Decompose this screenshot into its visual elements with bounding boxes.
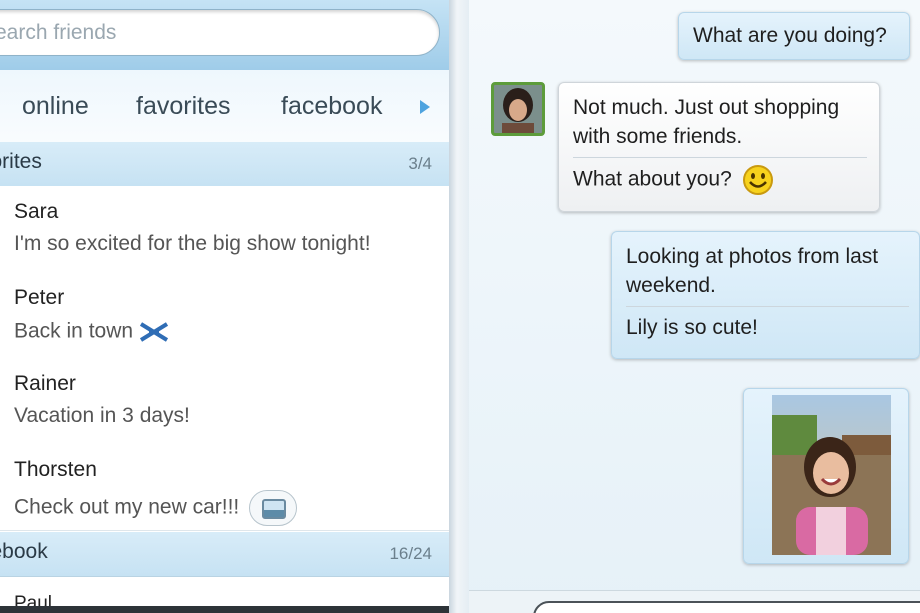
message-text: Looking at photos from last weekend. xyxy=(626,245,879,297)
friend-row-rainer[interactable]: Rainer Vacation in 3 days! xyxy=(0,358,449,445)
search-bar: earch friends xyxy=(0,0,449,70)
message-text: What about you? xyxy=(573,167,732,191)
message-text-row: What about you? xyxy=(573,164,867,196)
message-text: Lily is so cute! xyxy=(626,316,758,339)
section-count: 3/4 xyxy=(408,154,432,173)
avatar-image xyxy=(494,85,542,133)
friend-name: Thorsten xyxy=(14,458,97,481)
panel-bottom-edge xyxy=(0,606,449,613)
message-separator xyxy=(626,306,909,307)
filter-tabs: online favorites facebook xyxy=(0,70,449,143)
section-count: 16/24 xyxy=(389,544,432,563)
friend-row-sara[interactable]: Sara I'm so excited for the big show ton… xyxy=(0,186,449,273)
section-title: vorites xyxy=(0,150,42,173)
friend-name: Sara xyxy=(14,200,59,223)
search-input[interactable]: earch friends xyxy=(0,9,440,56)
message-separator xyxy=(573,157,867,158)
section-header-favorites[interactable]: vorites 3/4 xyxy=(0,142,449,187)
photo-icon[interactable] xyxy=(249,490,298,526)
contact-avatar[interactable] xyxy=(491,82,545,136)
friend-status: Vacation in 3 days! xyxy=(14,404,190,427)
friend-row-peter[interactable]: Peter Back in town xyxy=(0,272,449,359)
chat-panel: What are you doing? Not much. Just out s… xyxy=(469,0,920,613)
search-placeholder: earch friends xyxy=(0,20,117,44)
section-title: cebook xyxy=(0,540,48,563)
message-input[interactable] xyxy=(533,601,920,613)
message-text: Not much. Just out shopping with some fr… xyxy=(573,96,840,148)
friend-row-thorsten[interactable]: Thorsten Check out my new car!!! xyxy=(0,444,449,531)
photo-attachment[interactable] xyxy=(772,395,891,555)
message-text: What are you doing? xyxy=(693,24,887,47)
photo-image xyxy=(772,395,891,555)
message-bubble-in: Not much. Just out shopping with some fr… xyxy=(558,82,880,212)
message-bubble-out: Looking at photos from last weekend. Lil… xyxy=(611,231,920,359)
smiley-icon xyxy=(742,165,773,195)
message-composer xyxy=(469,590,920,613)
friend-status: I'm so excited for the big show tonight! xyxy=(14,232,371,255)
friend-name: Peter xyxy=(14,286,65,309)
tab-favorites[interactable]: favorites xyxy=(136,92,230,121)
friend-status: Check out my new car!!! xyxy=(14,490,298,526)
section-header-facebook[interactable]: cebook 16/24 xyxy=(0,532,449,577)
tab-online[interactable]: online xyxy=(22,92,89,121)
tabs-next-arrow-icon[interactable] xyxy=(420,100,430,114)
message-bubble-out: What are you doing? xyxy=(678,12,910,60)
airplane-icon xyxy=(138,320,171,344)
tab-facebook[interactable]: facebook xyxy=(281,92,382,121)
friends-panel: earch friends online favorites facebook … xyxy=(0,0,449,613)
panel-divider xyxy=(449,0,469,613)
friend-status: Back in town xyxy=(14,318,171,346)
friend-name: Rainer xyxy=(14,372,76,395)
